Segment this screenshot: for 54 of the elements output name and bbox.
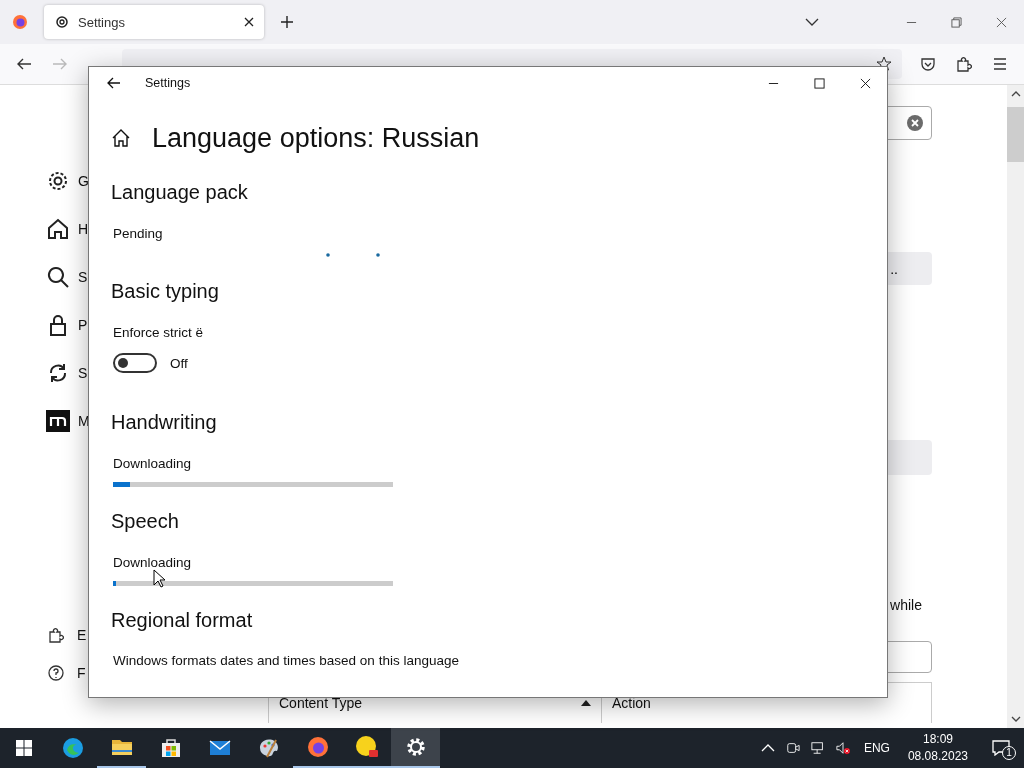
window-title: Settings <box>145 76 191 90</box>
cursor-icon <box>153 569 165 588</box>
section-heading: Basic typing <box>111 279 219 304</box>
notification-icon[interactable] <box>992 740 1010 756</box>
status-text: Downloading <box>112 554 192 572</box>
restore-icon[interactable] <box>951 16 962 28</box>
scrollbar[interactable] <box>1007 85 1024 728</box>
sidebar-label[interactable]: H <box>78 221 89 237</box>
browser-tab[interactable]: Settings <box>44 5 264 39</box>
chevron-down-icon[interactable] <box>805 18 819 26</box>
toggle-state: Off <box>170 355 188 371</box>
network-icon[interactable] <box>811 741 826 755</box>
sidebar-link[interactable]: F <box>77 665 86 681</box>
home-icon[interactable] <box>46 217 70 241</box>
setting-label: Enforce strict ё <box>112 324 204 342</box>
notification-count: 1 <box>1002 746 1016 760</box>
smiley-icon <box>354 735 379 759</box>
close-icon[interactable] <box>860 77 871 89</box>
volume-muted-icon[interactable] <box>836 741 851 755</box>
section-heading: Regional format <box>111 608 253 633</box>
sidebar-label[interactable]: G <box>78 173 89 189</box>
scroll-down-icon[interactable] <box>1010 716 1021 722</box>
page-heading: Language options: Russian <box>152 122 480 154</box>
maximize-icon[interactable] <box>814 77 825 89</box>
scroll-thumb[interactable] <box>1007 107 1024 162</box>
description-text: Windows formats dates and times based on this language <box>112 652 459 670</box>
firefox-icon <box>305 735 330 759</box>
search-icon[interactable] <box>46 265 70 289</box>
new-tab-icon[interactable] <box>280 15 294 29</box>
status-text: Pending <box>112 225 163 243</box>
language-indicator[interactable]: ENG <box>863 741 890 755</box>
home-icon[interactable] <box>111 128 131 148</box>
close-tab-icon[interactable] <box>244 17 254 27</box>
camera-icon[interactable] <box>786 741 801 755</box>
edge-icon <box>60 736 85 760</box>
section-heading: Speech <box>111 509 179 534</box>
toggle-switch[interactable] <box>113 353 157 373</box>
back-icon[interactable] <box>107 77 121 89</box>
help-icon[interactable] <box>48 665 64 681</box>
sidebar-label[interactable]: P <box>78 317 88 333</box>
sidebar-link[interactable]: E <box>77 627 87 643</box>
sidebar-label[interactable]: S <box>78 269 88 285</box>
m-logo-icon[interactable] <box>46 409 70 433</box>
puzzle-icon[interactable] <box>48 627 64 643</box>
section-heading: Language pack <box>111 180 248 205</box>
gear-app-button[interactable] <box>391 728 440 768</box>
description-text: while <box>890 597 923 613</box>
status-text: Downloading <box>112 455 192 473</box>
clear-icon[interactable] <box>907 115 923 131</box>
firefox-logo-icon[interactable] <box>12 14 28 30</box>
section-heading: Handwriting <box>111 410 217 435</box>
sidebar-label[interactable]: S <box>78 365 88 381</box>
scroll-up-icon[interactable] <box>1010 91 1021 97</box>
clock[interactable]: 18:09 08.08.2023 <box>907 731 968 765</box>
